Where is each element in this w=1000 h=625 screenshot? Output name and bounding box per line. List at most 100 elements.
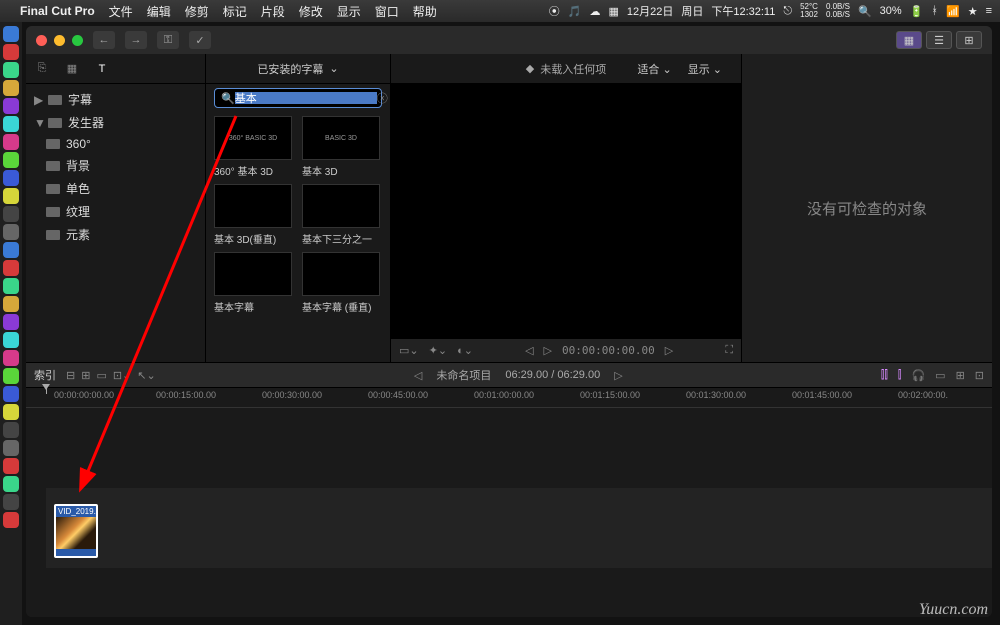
append-clip-icon[interactable]: ▭ <box>96 369 106 382</box>
index-button[interactable]: 索引 <box>34 367 56 383</box>
battery-icon[interactable]: 🔋 <box>910 5 924 18</box>
status-date[interactable]: 12月22日 <box>627 3 673 19</box>
dock-app[interactable] <box>3 314 19 330</box>
dock-app[interactable] <box>3 368 19 384</box>
menu-mark[interactable]: 标记 <box>223 3 247 20</box>
dock-app[interactable] <box>3 458 19 474</box>
next-edit-icon[interactable]: ▷ <box>614 369 622 382</box>
dock-app[interactable] <box>3 62 19 78</box>
dock-app[interactable] <box>3 386 19 402</box>
dock-app[interactable] <box>3 260 19 276</box>
dock-app[interactable] <box>3 476 19 492</box>
dock-app[interactable] <box>3 512 19 528</box>
dock-app[interactable] <box>3 422 19 438</box>
key-button[interactable]: ⚿ <box>157 31 179 49</box>
view-grid-button[interactable]: ▦ <box>896 31 922 49</box>
minimize-button[interactable] <box>54 35 65 46</box>
title-item[interactable]: 基本字幕 <box>214 252 292 314</box>
dock-app[interactable] <box>3 80 19 96</box>
search-input[interactable] <box>235 92 377 104</box>
dock-app[interactable] <box>3 134 19 150</box>
next-frame-icon[interactable]: ▷ <box>665 344 673 357</box>
dock-app[interactable] <box>3 26 19 42</box>
timeline-ruler[interactable]: 00:00:00:00.00 00:00:15:00.00 00:00:30:0… <box>26 388 992 408</box>
clip-appearance-icon[interactable]: ⊞ <box>956 369 965 382</box>
title-item[interactable]: 基本字幕 (垂直) <box>302 252 380 314</box>
solo-icon[interactable]: 🎧 <box>911 369 925 382</box>
audio-skim-icon[interactable]: ⫿ <box>898 369 902 382</box>
dock-app[interactable] <box>3 296 19 312</box>
dock-app[interactable] <box>3 350 19 366</box>
dock-app[interactable] <box>3 116 19 132</box>
title-item[interactable]: 基本下三分之一 <box>302 184 380 246</box>
dock-app[interactable] <box>3 170 19 186</box>
sidebar-item-elements[interactable]: 元素 <box>26 223 205 246</box>
dock-app[interactable] <box>3 242 19 258</box>
sidebar-item-generators[interactable]: ▼发生器 <box>26 111 205 134</box>
view-list-button[interactable]: ☰ <box>926 31 952 49</box>
transform-icon[interactable]: ▭⌄ <box>399 344 419 357</box>
primary-storyline[interactable] <box>46 488 992 568</box>
status-battery[interactable]: 30% <box>880 5 902 17</box>
menu-modify[interactable]: 修改 <box>299 3 323 20</box>
sidebar-item-titles[interactable]: ▶字幕 <box>26 88 205 111</box>
dock-app[interactable] <box>3 44 19 60</box>
photos-tab-icon[interactable]: ▦ <box>62 59 82 79</box>
dock-app[interactable] <box>3 332 19 348</box>
skimming-icon[interactable]: ⫿⫿ <box>881 369 888 382</box>
menu-edit[interactable]: 编辑 <box>147 3 171 20</box>
status-icon[interactable]: 🎵 <box>568 5 582 18</box>
dock-app[interactable] <box>3 98 19 114</box>
overwrite-clip-icon[interactable]: ⊡⌄ <box>113 369 131 382</box>
prev-frame-icon[interactable]: ◁ <box>525 344 533 357</box>
dock-app[interactable] <box>3 278 19 294</box>
prev-edit-icon[interactable]: ◁ <box>414 369 422 382</box>
play-icon[interactable]: ▷ <box>544 344 552 357</box>
status-icon[interactable]: ▦ <box>608 5 618 18</box>
viewer-canvas[interactable] <box>391 84 741 338</box>
tools-icon[interactable]: ✦⌄ <box>429 344 447 357</box>
maximize-button[interactable] <box>72 35 83 46</box>
fit-dropdown[interactable]: 适合 ⌄ <box>637 61 671 77</box>
timeline-tracks[interactable]: VID_2019... <box>26 408 992 617</box>
dock-app[interactable] <box>3 494 19 510</box>
clear-search-icon[interactable]: ⓧ <box>377 90 388 106</box>
dock-app[interactable] <box>3 206 19 222</box>
sidebar-item-360[interactable]: 360° <box>26 134 205 154</box>
dock-app[interactable] <box>3 440 19 456</box>
sidebar-item-solids[interactable]: 单色 <box>26 177 205 200</box>
fullscreen-icon[interactable]: ⛶ <box>725 344 733 357</box>
video-clip[interactable]: VID_2019... <box>54 504 98 558</box>
timeline[interactable]: 00:00:00:00.00 00:00:15:00.00 00:00:30:0… <box>26 388 992 617</box>
back-button[interactable]: ← <box>93 31 115 49</box>
status-time[interactable]: 下午12:32:11 <box>711 3 775 19</box>
playhead[interactable] <box>46 388 47 394</box>
library-tab-icon[interactable]: ⎘ <box>32 59 52 79</box>
color-icon[interactable]: ◐⌄ <box>457 344 473 357</box>
effects-icon[interactable]: ⊡ <box>975 369 984 382</box>
dock-app[interactable] <box>3 152 19 168</box>
check-button[interactable]: ✓ <box>189 31 211 49</box>
sidebar-item-textures[interactable]: 纹理 <box>26 200 205 223</box>
view-filmstrip-button[interactable]: ⊞ <box>956 31 982 49</box>
snap-icon[interactable]: ▭ <box>935 369 945 382</box>
sidebar-item-backgrounds[interactable]: 背景 <box>26 154 205 177</box>
menu-icon[interactable]: ≡ <box>986 5 992 17</box>
menu-trim[interactable]: 修剪 <box>185 3 209 20</box>
menu-file[interactable]: 文件 <box>109 3 133 20</box>
forward-button[interactable]: → <box>125 31 147 49</box>
title-item[interactable]: 基本 3D(垂直) <box>214 184 292 246</box>
arrow-tool-icon[interactable]: ↖⌄ <box>137 369 155 382</box>
menu-clip[interactable]: 片段 <box>261 3 285 20</box>
dock-app[interactable] <box>3 224 19 240</box>
status-icon[interactable]: 🔍 <box>858 5 872 18</box>
title-item[interactable]: 360° BASIC 3D360° 基本 3D <box>214 116 292 178</box>
status-icon[interactable]: ⎋ <box>783 5 792 18</box>
title-item[interactable]: BASIC 3D基本 3D <box>302 116 380 178</box>
dock-app[interactable] <box>3 404 19 420</box>
menu-view[interactable]: 显示 <box>337 3 361 20</box>
titles-tab-icon[interactable]: T <box>92 59 112 79</box>
menu-window[interactable]: 窗口 <box>375 3 399 20</box>
wifi-icon[interactable]: 📶 <box>946 5 960 18</box>
status-icon[interactable]: ⦿ <box>549 3 560 19</box>
